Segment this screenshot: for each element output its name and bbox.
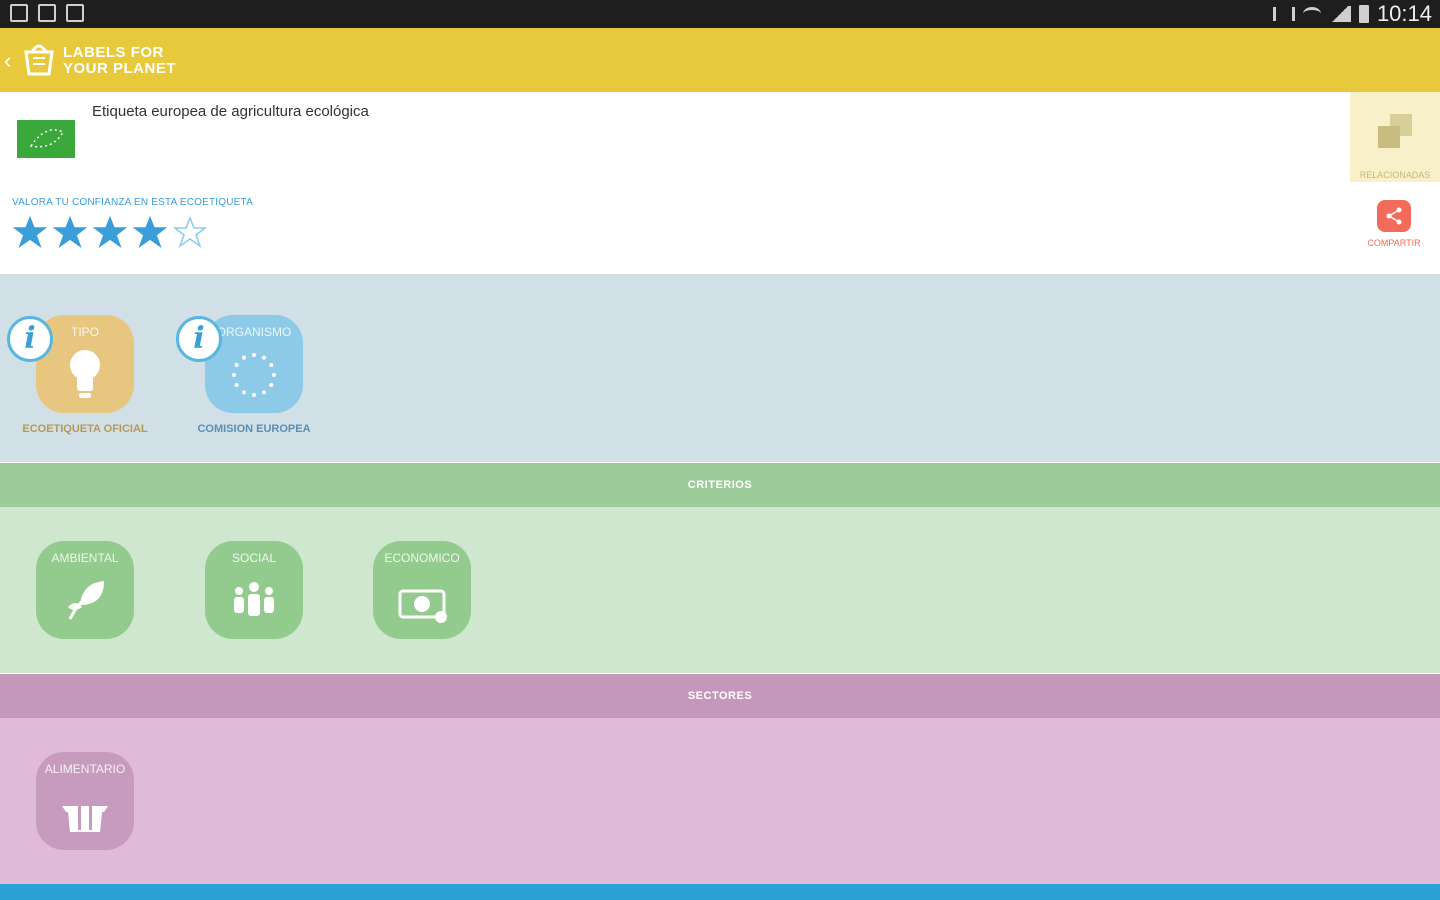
eu-organic-leaf-logo <box>17 120 75 158</box>
criteria-label: SOCIAL <box>231 551 276 565</box>
image-icon <box>38 4 56 22</box>
sector-tile-alimentario[interactable]: ALIMENTARIO <box>36 752 134 850</box>
battery-icon <box>1358 5 1369 23</box>
wifi-icon <box>1302 7 1321 21</box>
share-button[interactable]: COMPARTIR <box>1362 200 1426 256</box>
bag-icon <box>66 4 84 22</box>
type-info-icon[interactable]: i <box>7 316 53 362</box>
notification-icon <box>10 4 28 22</box>
related-button[interactable]: RELACIONADAS <box>1350 92 1440 182</box>
star-filled-icon[interactable] <box>52 215 88 251</box>
star-filled-icon[interactable] <box>132 215 168 251</box>
star-empty-icon[interactable] <box>172 215 208 251</box>
sectors-header: SECTORES <box>0 674 1440 726</box>
share-label: COMPARTIR <box>1367 238 1421 248</box>
label-title: Etiqueta europea de agricultura ecológic… <box>92 103 369 120</box>
share-icon <box>1377 200 1411 232</box>
info-section: TIPO i ECOETIQUETA OFICIAL ORGANISMO i C… <box>0 274 1440 462</box>
money-icon <box>398 589 447 623</box>
people-icon <box>234 582 274 616</box>
criteria-tile-economico[interactable]: ECONOMICO <box>373 541 471 639</box>
notification-icons <box>10 4 84 22</box>
star-filled-icon[interactable] <box>92 215 128 251</box>
label-header: Etiqueta europea de agricultura ecológic… <box>0 92 1440 274</box>
sectors-section: ALIMENTARIO <box>0 718 1440 884</box>
shopping-basket-logo-icon[interactable] <box>22 40 56 80</box>
status-bar: 10:14 <box>0 0 1440 28</box>
app-bar: ‹ LABELS FOR YOUR PLANET <box>0 28 1440 92</box>
criteria-tile-ambiental[interactable]: AMBIENTAL <box>36 541 134 639</box>
eu-stars-icon <box>232 353 276 397</box>
organism-value: COMISION EUROPEA <box>197 423 311 435</box>
type-value: ECOETIQUETA OFICIAL <box>22 423 148 435</box>
criteria-label: ECONOMICO <box>384 551 460 565</box>
star-rating[interactable] <box>12 215 208 251</box>
cutlery-icon <box>62 800 108 832</box>
signal-icon <box>1328 6 1351 22</box>
vibrate-icon <box>1272 7 1295 21</box>
clock: 10:14 <box>1376 1 1432 26</box>
criteria-tile-social[interactable]: SOCIAL <box>205 541 303 639</box>
organism-info-icon[interactable]: i <box>176 316 222 362</box>
sector-label: ALIMENTARIO <box>44 762 126 776</box>
criteria-section: AMBIENTAL SOCIAL ECONOMICO <box>0 507 1440 673</box>
rate-prompt: VALORA TU CONFIANZA EN ESTA ECOETIQUETA <box>12 197 253 208</box>
bottom-bar <box>0 884 1440 900</box>
criteria-header: CRITERIOS <box>0 463 1440 515</box>
lightbulb-icon <box>70 350 100 398</box>
back-chevron-icon[interactable]: ‹ <box>4 48 11 74</box>
app-brand[interactable]: LABELS FOR YOUR PLANET <box>63 45 176 77</box>
copy-stack-icon <box>1378 114 1412 148</box>
star-filled-icon[interactable] <box>12 215 48 251</box>
criteria-label: AMBIENTAL <box>51 551 119 565</box>
related-label: RELACIONADAS <box>1359 170 1431 180</box>
leaf-icon <box>68 581 104 620</box>
